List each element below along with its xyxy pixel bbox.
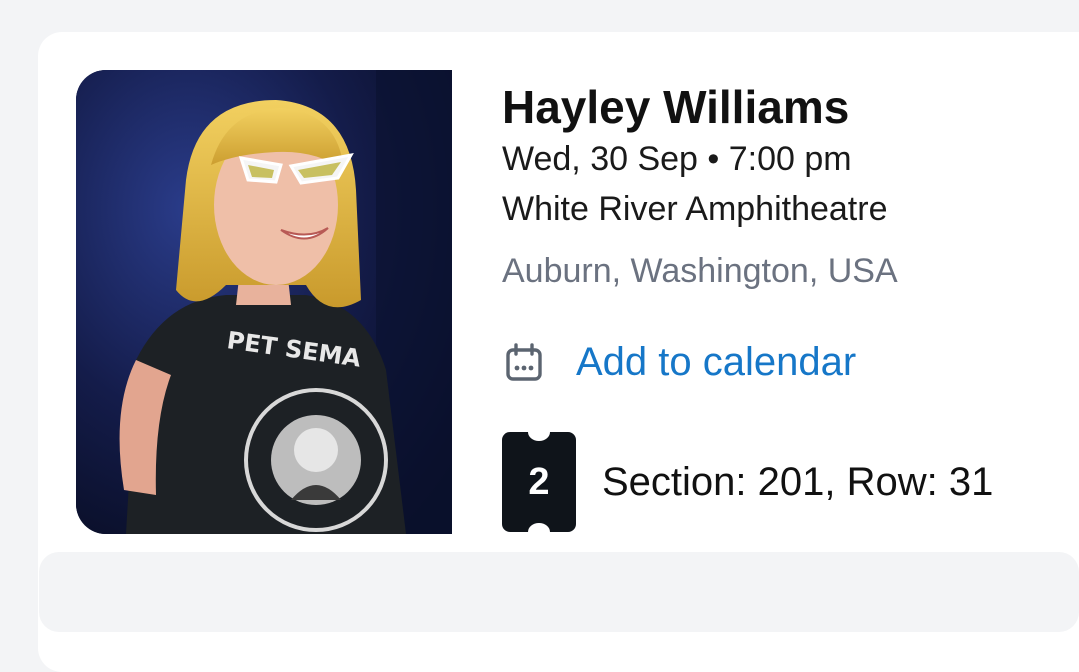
event-title: Hayley Williams [502,81,850,133]
artist-photo: PET SEMA [76,70,452,534]
event-venue: White River Amphitheatre [502,190,888,228]
seat-info: Section: 201, Row: 31 [602,459,994,504]
ticket-count-badge: 2 [502,432,576,532]
ticket-count: 2 [528,460,550,503]
calendar-icon [506,342,542,381]
add-to-calendar-label: Add to calendar [576,340,857,384]
event-location: Auburn, Washington, USA [502,252,898,290]
ticket-summary: 2 Section: 201, Row: 31 [502,432,993,532]
event-datetime: Wed, 30 Sep • 7:00 pm [502,140,852,178]
next-card-placeholder [39,552,1079,632]
add-to-calendar-button[interactable]: Add to calendar [502,340,856,385]
artist-photo-illustration: PET SEMA [76,70,452,534]
